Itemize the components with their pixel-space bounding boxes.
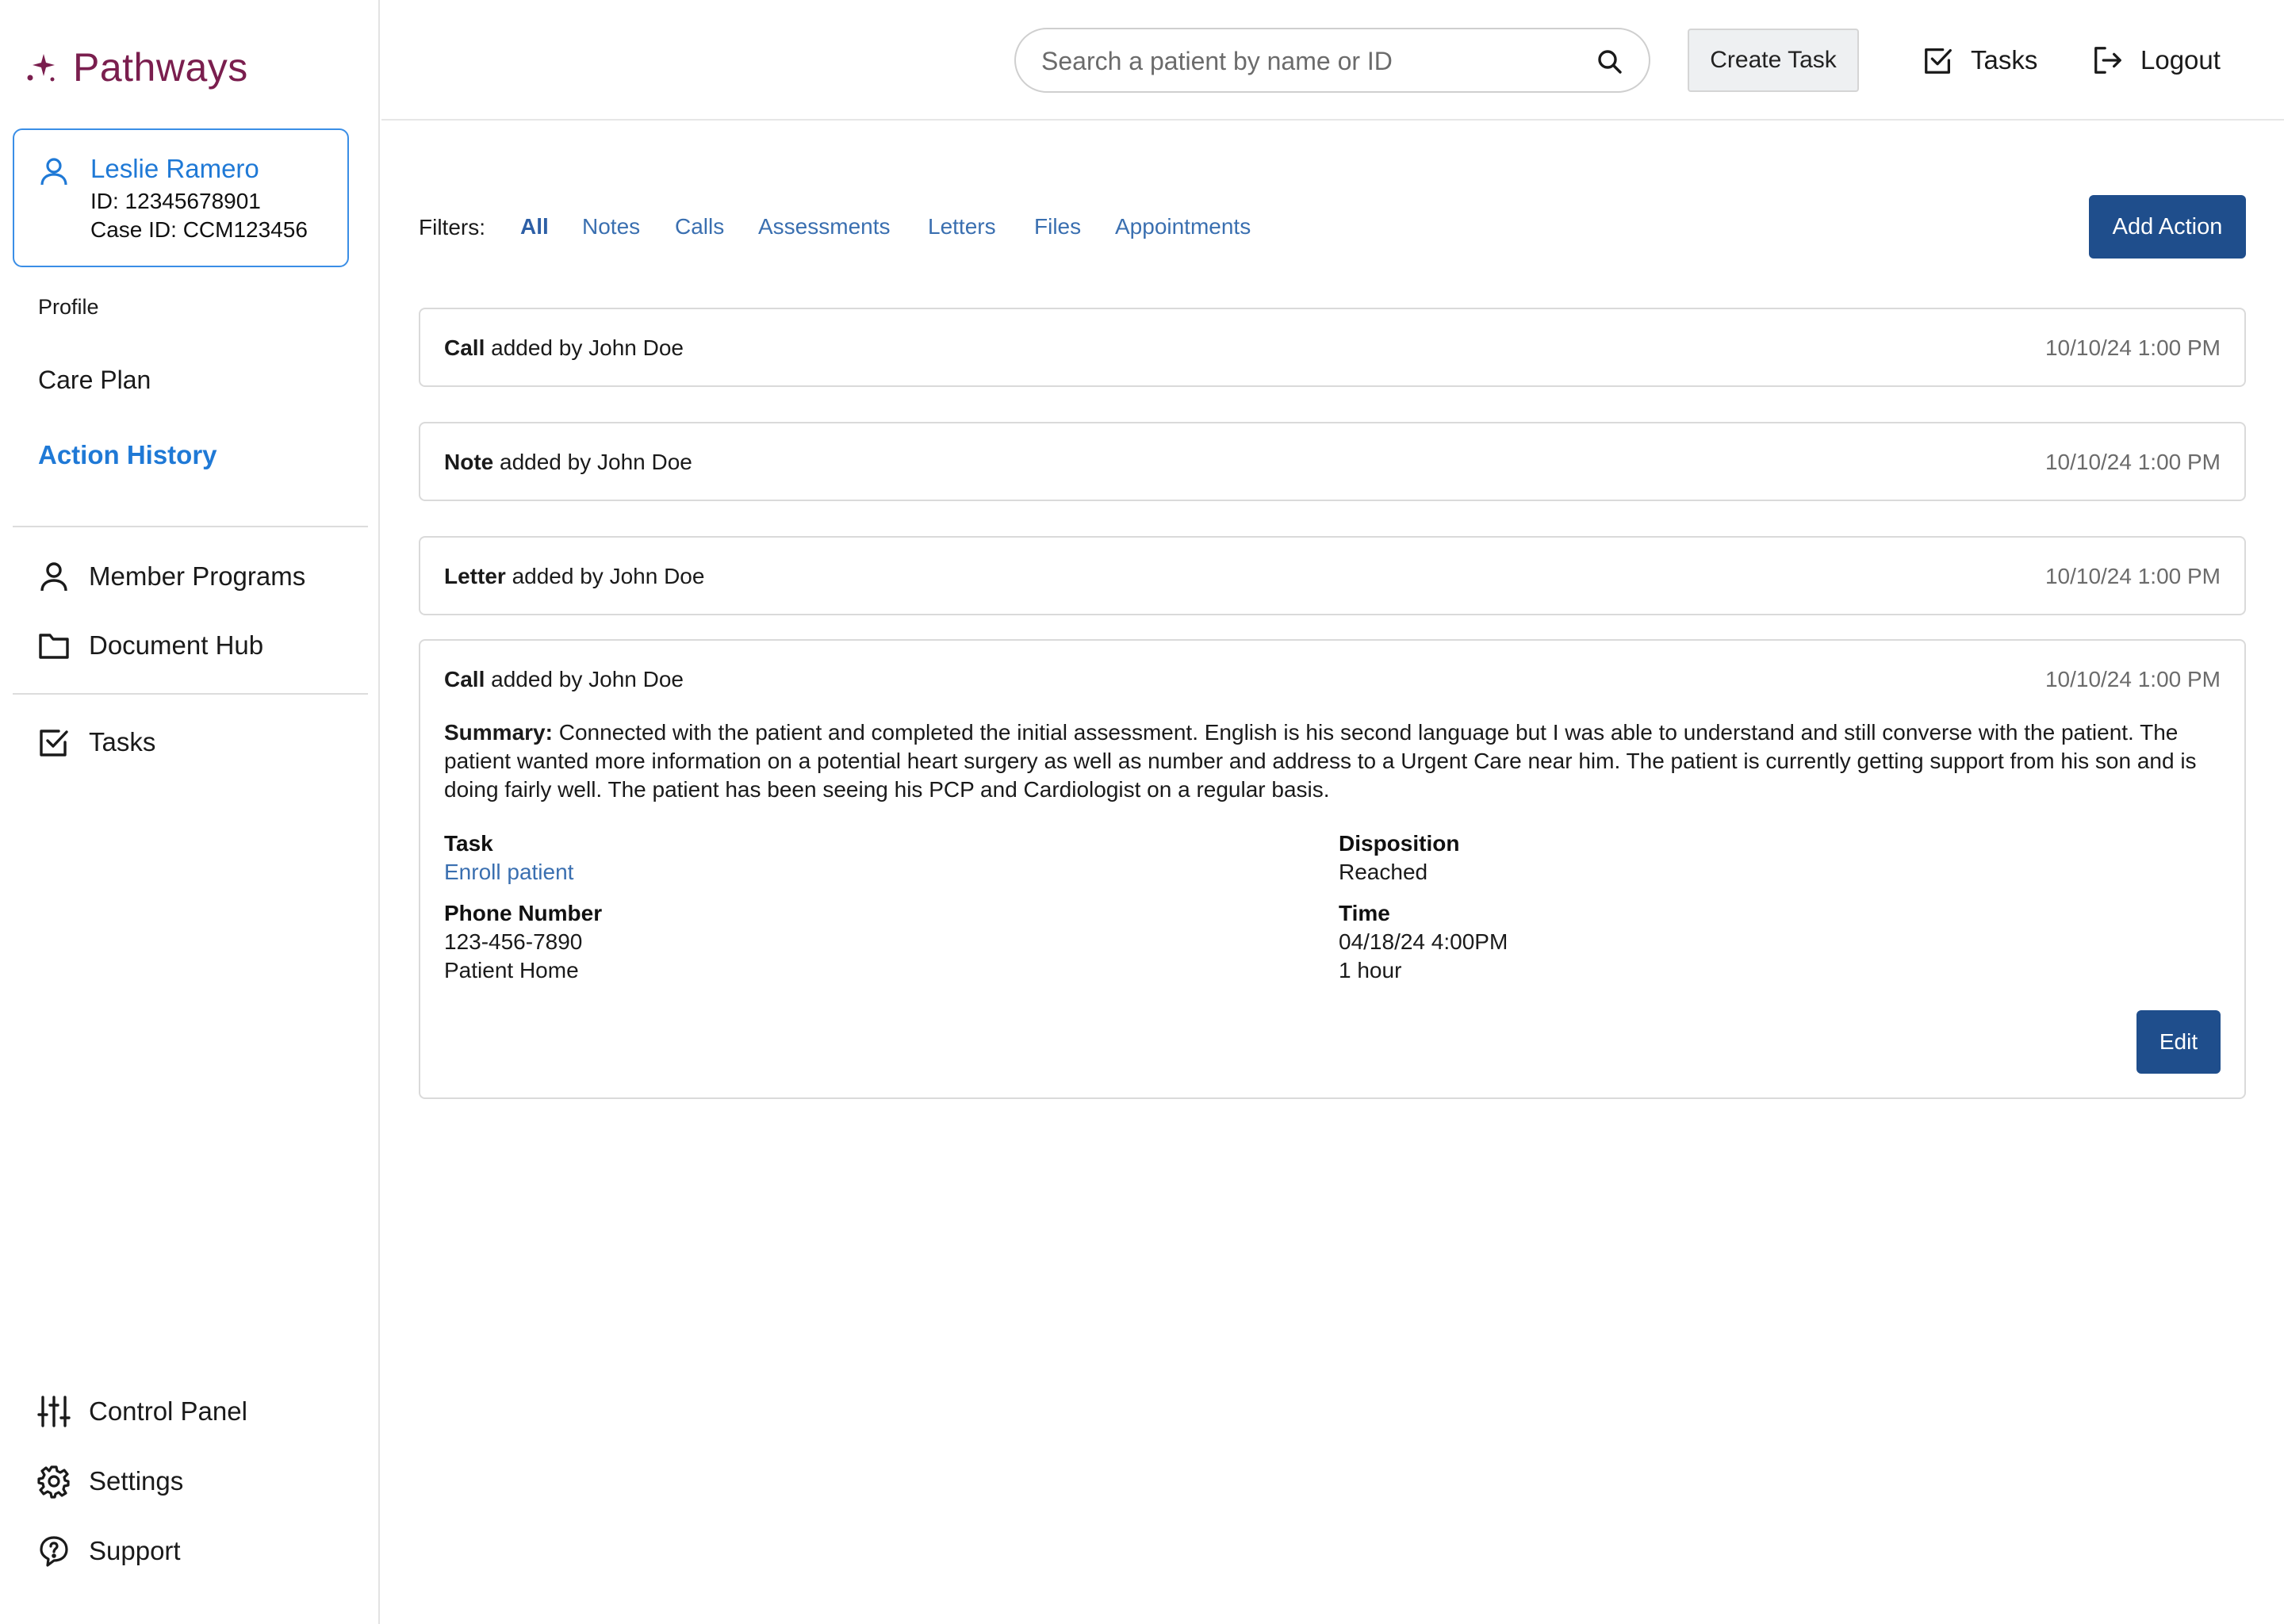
action-type: Note [444,450,494,474]
sidebar-item-label: Tasks [89,727,156,756]
tasks-link-label: Tasks [1971,45,2038,75]
filter-letters[interactable]: Letters [928,214,996,239]
sidebar-item-member-programs[interactable]: Member Programs [36,557,305,596]
action-author: added by John Doe [491,335,684,360]
sidebar-item-support[interactable]: Support [36,1532,181,1570]
sidebar-item-document-hub[interactable]: Document Hub [36,626,263,665]
time-label: Time [1339,901,1390,925]
call-summary: Summary: Connected with the patient and … [444,718,2221,804]
patient-id: ID: 12345678901 [90,189,261,213]
person-icon [40,158,67,186]
phone-type: Patient Home [444,958,579,982]
logout-link-label: Logout [2140,45,2221,75]
tasks-link[interactable]: Tasks [1922,40,2037,81]
checkbox-icon [40,730,68,756]
action-row-title: Letter added by John Doe [444,564,704,589]
action-row[interactable]: Note added by John Doe 10/10/24 1:00 PM [419,422,2246,501]
disposition-label: Disposition [1339,831,1460,856]
sidebar-item-label: Document Hub [89,630,264,660]
sparkle-logo-icon [27,54,55,82]
search-input[interactable]: Search a patient by name or ID [1014,28,1650,93]
gear-icon [37,1465,70,1499]
checkbox-icon [1925,48,1952,74]
add-action-button[interactable]: Add Action [2089,195,2246,259]
action-timestamp: 10/10/24 1:00 PM [2044,335,2221,360]
person-icon [40,562,67,592]
disposition-value: Reached [1339,860,1428,884]
sidebar-divider [13,693,368,695]
sidebar-item-profile[interactable]: Profile [38,295,99,320]
create-task-button[interactable]: Create Task [1688,29,1859,92]
summary-text: Connected with the patient and completed… [444,720,2197,802]
action-row-expanded: Call added by John Doe 10/10/24 1:00 PM … [419,639,2246,1099]
filter-files[interactable]: Files [1034,214,1081,239]
filters-label: Filters: [419,215,485,239]
sidebar-item-label: Member Programs [89,561,306,591]
action-author: added by John Doe [512,564,705,588]
action-author: added by John Doe [491,667,684,691]
task-link[interactable]: Enroll patient [444,860,573,885]
patient-name[interactable]: Leslie Ramero [90,154,259,184]
filter-appointments[interactable]: Appointments [1115,214,1251,239]
sidebar-item-action-history[interactable]: Action History [38,440,217,470]
search-placeholder: Search a patient by name or ID [1041,47,1393,75]
action-type: Call [444,667,485,691]
brand[interactable]: Pathways [22,40,248,95]
action-row-title: Call added by John Doe [444,335,684,361]
sidebar-item-settings[interactable]: Settings [36,1462,183,1500]
sidebar-divider [13,526,368,527]
filter-assessments[interactable]: Assessments [758,214,891,239]
help-icon [40,1536,68,1567]
sidebar-item-label: Control Panel [89,1396,247,1426]
sidebar-item-control-panel[interactable]: Control Panel [36,1392,247,1431]
action-row-title: Note added by John Doe [444,450,692,475]
search-icon[interactable] [1595,47,1625,77]
action-timestamp: 10/10/24 1:00 PM [2044,667,2221,691]
action-type: Letter [444,564,506,588]
action-type: Call [444,335,485,360]
filter-notes[interactable]: Notes [582,214,640,239]
action-row[interactable]: Letter added by John Doe 10/10/24 1:00 P… [419,536,2246,615]
top-bar: Search a patient by name or ID Create Ta… [381,0,2284,121]
sidebar-item-label: Support [89,1536,181,1565]
patient-card[interactable]: Leslie Ramero ID: 12345678901 Case ID: C… [13,128,349,267]
duration-value: 1 hour [1339,958,1402,982]
patient-case-id: Case ID: CCM123456 [90,217,308,242]
filter-calls[interactable]: Calls [675,214,724,239]
logout-icon [2094,47,2121,74]
action-timestamp: 10/10/24 1:00 PM [2044,564,2221,588]
sidebar-item-care-plan[interactable]: Care Plan [38,366,151,395]
logout-link[interactable]: Logout [2091,40,2221,81]
time-value: 04/18/24 4:00PM [1339,929,1508,954]
sidebar: Pathways Leslie Ramero ID: 12345678901 C… [0,0,380,1624]
phone-value: 123-456-7890 [444,929,583,954]
folder-icon [39,634,69,659]
sliders-icon [37,1396,71,1427]
phone-label: Phone Number [444,901,603,925]
brand-name: Pathways [73,45,248,90]
action-timestamp: 10/10/24 1:00 PM [2044,450,2221,474]
filter-all[interactable]: All [520,214,549,239]
task-label: Task [444,831,493,856]
action-row-title: Call added by John Doe [444,667,684,692]
sidebar-item-tasks[interactable]: Tasks [36,723,155,761]
action-author: added by John Doe [500,450,692,474]
summary-label: Summary: [444,720,553,745]
action-row[interactable]: Call added by John Doe 10/10/24 1:00 PM [419,308,2246,387]
sidebar-item-label: Settings [89,1466,184,1496]
edit-button[interactable]: Edit [2136,1010,2221,1074]
